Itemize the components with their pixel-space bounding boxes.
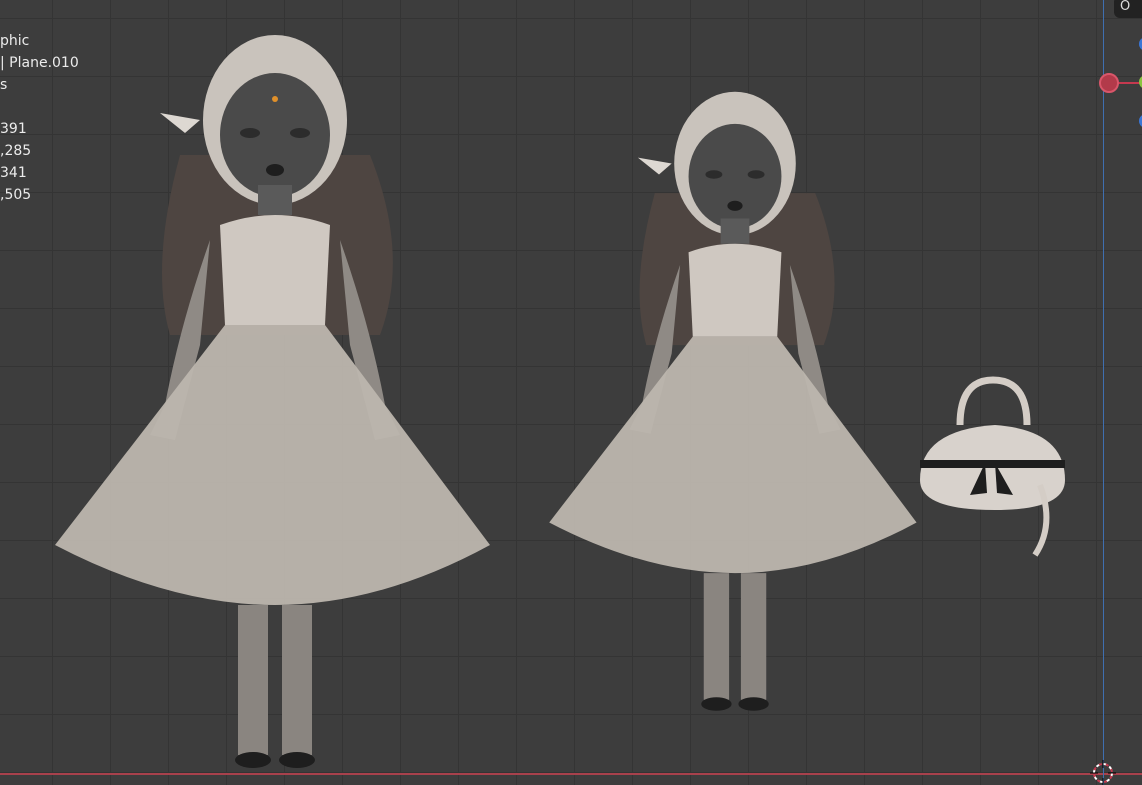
character-model-right[interactable] — [545, 25, 925, 775]
viewport-header-label: O — [1120, 0, 1131, 14]
character-model-left[interactable] — [50, 25, 500, 775]
3d-cursor-icon[interactable] — [1090, 760, 1116, 785]
viewport-header-button[interactable]: O — [1114, 0, 1142, 18]
handbag-model[interactable] — [915, 375, 1075, 570]
navigation-gizmo[interactable] — [1090, 30, 1142, 140]
3d-viewport[interactable]: O phic | Plane.010 s 391 ,285 341 ,505 — [0, 0, 1142, 785]
gizmo-x-handle[interactable] — [1099, 73, 1119, 93]
